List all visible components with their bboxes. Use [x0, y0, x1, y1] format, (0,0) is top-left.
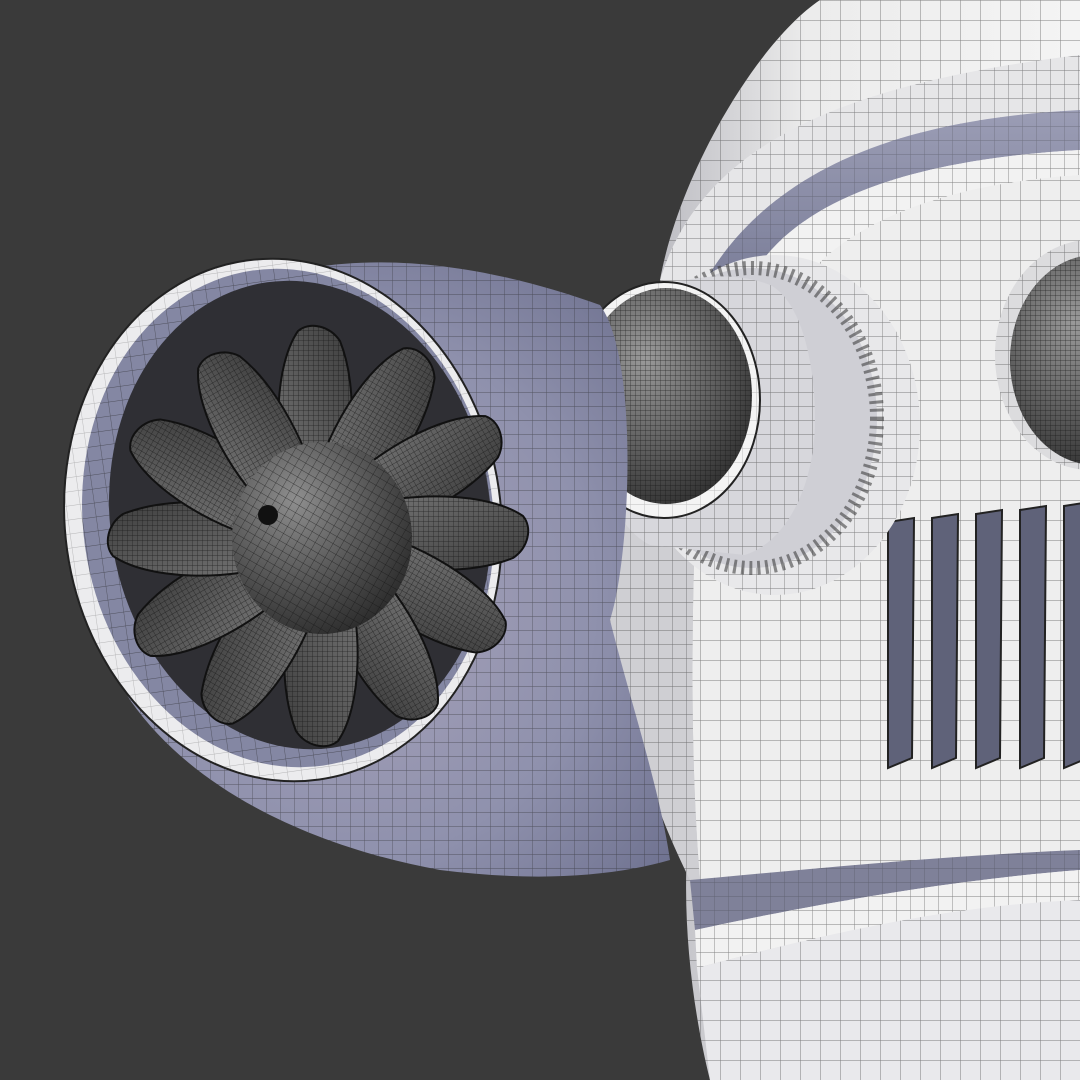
3d-viewport[interactable] — [0, 0, 1080, 1080]
grille-slot — [975, 508, 1004, 770]
jet-engine-ear — [63, 257, 671, 877]
robot-head-wireframe-render — [63, 0, 1080, 1080]
fan-spinner — [232, 442, 412, 634]
grille-slot — [887, 516, 916, 770]
grille-slot — [931, 512, 960, 770]
neck-collar — [690, 850, 1080, 1080]
grille-slot — [1019, 504, 1048, 770]
grille-slot — [1063, 502, 1080, 770]
